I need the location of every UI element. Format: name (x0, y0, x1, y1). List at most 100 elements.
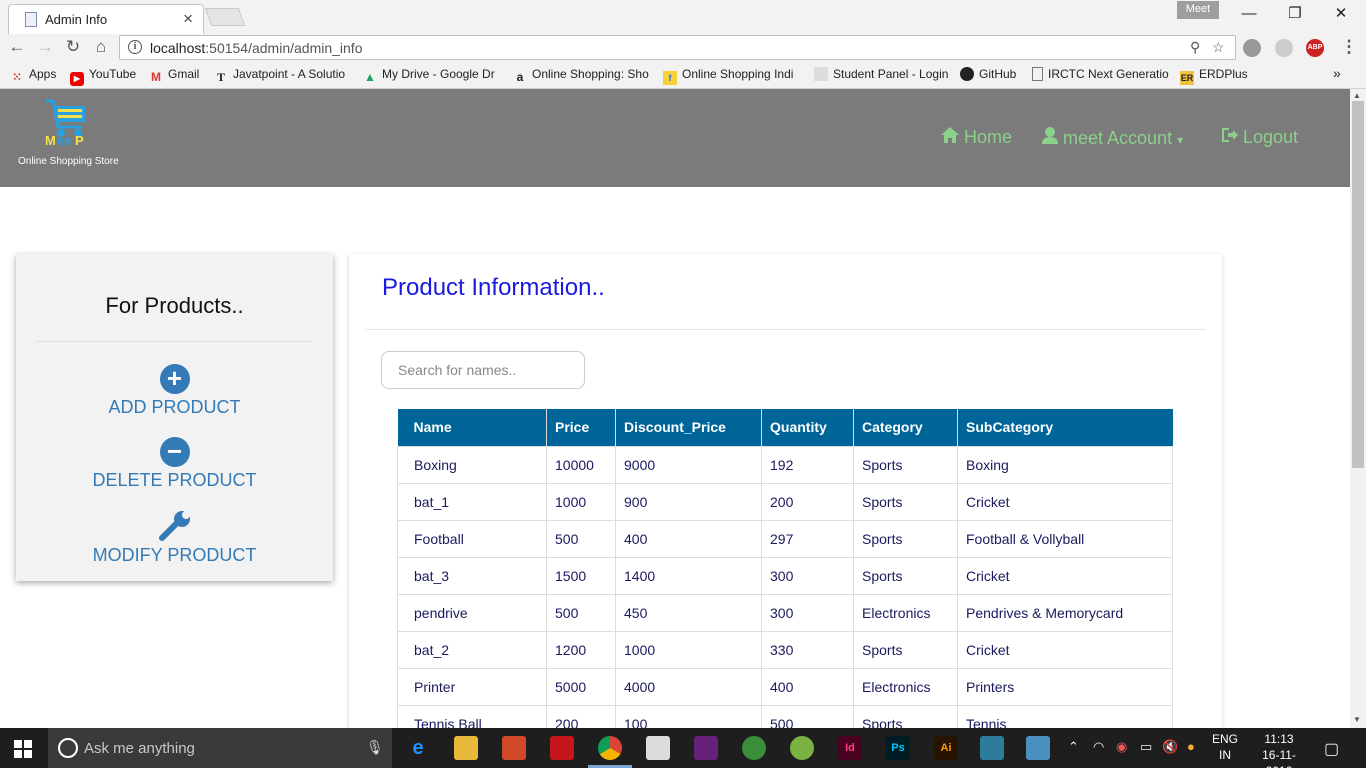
indesign-icon[interactable]: Id (838, 736, 862, 760)
modify-product-button[interactable]: MODIFY PRODUCT (16, 510, 333, 566)
bookmarks-overflow-icon[interactable]: » (1333, 65, 1341, 81)
tray-expand-icon[interactable]: ⌃ (1068, 739, 1079, 755)
reload-icon[interactable]: ↻ (62, 36, 84, 58)
column-header-discount-price[interactable]: Discount_Price (615, 409, 762, 446)
table-row[interactable]: bat_3 1500 1400 300 Sports Cricket (397, 556, 1173, 595)
media-app-icon[interactable] (980, 736, 1004, 760)
home-icon[interactable]: ⌂ (90, 36, 112, 58)
bookmark-erdplus[interactable]: ER ERDPlus (1180, 67, 1248, 85)
wifi-icon[interactable]: ◠ (1093, 739, 1104, 755)
bookmark-flipkart[interactable]: f Online Shopping Indi (663, 67, 801, 85)
extension-cube-icon[interactable] (1275, 39, 1293, 57)
site-info-icon[interactable]: i (128, 40, 142, 54)
menu-dots-icon[interactable]: ⋮ (1338, 36, 1360, 58)
bookmark-apps[interactable]: ⁙ Apps (10, 67, 56, 84)
nav-logout-link[interactable]: Logout (1220, 127, 1298, 148)
bookmark-irctc[interactable]: IRCTC Next Generatio (1032, 67, 1170, 81)
address-bar[interactable]: i localhost:50154/admin/admin_info ⚲ ☆ (119, 35, 1236, 60)
chrome-icon[interactable] (598, 736, 622, 760)
tab-close-icon[interactable]: × (183, 9, 193, 29)
cell-discount-price: 400 (615, 519, 762, 558)
bookmark-google-drive[interactable]: ▲ My Drive - Google Dr (363, 67, 499, 84)
new-tab-button[interactable] (204, 8, 246, 26)
table-row[interactable]: bat_2 1200 1000 330 Sports Cricket (397, 630, 1173, 669)
cortana-search-box[interactable]: Ask me anything 🎙 (48, 728, 392, 768)
network-app-icon[interactable] (742, 736, 766, 760)
taskbar-clock[interactable]: 11:13 16-11-2016 (1254, 731, 1304, 768)
pin-icon[interactable]: ⚲ (1190, 39, 1200, 56)
bookmark-youtube[interactable]: ▶ YouTube (70, 67, 136, 86)
column-header-price[interactable]: Price (546, 409, 616, 446)
table-row[interactable]: Tennis Ball 200 100 500 Sports Tennis (397, 704, 1173, 728)
wrench-icon (158, 511, 190, 541)
table-row[interactable]: Boxing 10000 9000 192 Sports Boxing (397, 445, 1173, 484)
shopping-cart-logo-icon[interactable]: M ee P (44, 97, 90, 145)
illustrator-icon[interactable]: Ai (934, 736, 958, 760)
bookmark-amazon[interactable]: a Online Shopping: Sho (513, 67, 649, 84)
weather-icon[interactable]: ● (1187, 739, 1195, 754)
scroll-up-icon[interactable]: ▲ (1353, 91, 1361, 100)
bookmark-javatpoint[interactable]: T Javatpoint - A Solutio (214, 67, 349, 84)
microphone-icon[interactable]: 🎙 (366, 739, 384, 756)
logo-text: Online Shopping Store (18, 156, 119, 167)
edge-browser-icon[interactable]: e (406, 736, 430, 760)
back-arrow-icon[interactable]: ← (6, 36, 28, 58)
minimize-button[interactable]: — (1226, 4, 1272, 26)
delete-product-button[interactable]: − DELETE PRODUCT (16, 437, 333, 491)
volume-muted-icon[interactable]: 🔇 (1162, 739, 1178, 755)
cortana-icon (58, 738, 78, 758)
caret-down-icon: ▾ (1177, 133, 1184, 147)
activity-icon[interactable]: ◉ (1116, 739, 1127, 755)
file-explorer-icon[interactable] (454, 736, 478, 760)
cell-category: Electronics (853, 667, 958, 706)
javatpoint-icon: T (216, 70, 225, 84)
gmail-icon: M (151, 70, 161, 84)
cell-price: 10000 (546, 445, 616, 484)
visual-studio-icon[interactable] (694, 736, 718, 760)
column-header-name[interactable]: Name (397, 409, 547, 446)
sidebar-title: For Products.. (105, 293, 244, 318)
profile-button[interactable]: Meet (1177, 1, 1219, 19)
table-row[interactable]: pendrive 500 450 300 Electronics Pendrives & … (397, 593, 1173, 632)
language-indicator[interactable]: ENG IN (1212, 731, 1238, 763)
maximize-button[interactable]: ❐ (1272, 4, 1318, 26)
cell-subcategory: Tennis (957, 704, 1173, 728)
table-row[interactable]: Football 500 400 297 Sports Football & Vollyb… (397, 519, 1173, 558)
column-header-subcategory[interactable]: SubCategory (957, 409, 1173, 446)
scroll-thumb[interactable] (1352, 101, 1364, 468)
photos-app-icon[interactable] (1026, 736, 1050, 760)
pdf-reader-icon[interactable] (502, 736, 526, 760)
bookmark-github[interactable]: GitHub (960, 67, 1016, 81)
column-header-quantity[interactable]: Quantity (761, 409, 854, 446)
cell-quantity: 192 (761, 445, 854, 484)
nav-account-dropdown[interactable]: meet Account ▾ (1042, 127, 1183, 149)
cell-name: Tennis Ball (397, 704, 547, 728)
reader-app-icon[interactable] (550, 736, 574, 760)
bookmark-star-icon[interactable]: ☆ (1212, 39, 1225, 56)
add-product-button[interactable]: + ADD PRODUCT (16, 364, 333, 418)
cell-subcategory: Cricket (957, 556, 1173, 595)
extension-icon[interactable] (1243, 39, 1261, 57)
search-input[interactable] (381, 351, 585, 389)
windows-start-icon[interactable] (14, 740, 32, 758)
scroll-down-icon[interactable]: ▼ (1353, 715, 1361, 724)
page-scrollbar[interactable]: ▲ ▼ (1350, 89, 1366, 728)
photoshop-icon[interactable]: Ps (886, 736, 910, 760)
store-icon[interactable] (646, 736, 670, 760)
column-header-category[interactable]: Category (853, 409, 958, 446)
forward-arrow-icon[interactable]: → (34, 36, 56, 58)
android-studio-icon[interactable] (790, 736, 814, 760)
nav-home-link[interactable]: Home (941, 127, 1012, 148)
close-window-button[interactable]: ✕ (1318, 4, 1364, 26)
svg-text:ee: ee (57, 133, 71, 145)
table-row[interactable]: Printer 5000 4000 400 Electronics Printers (397, 667, 1173, 706)
adblock-icon[interactable]: ABP (1306, 39, 1324, 57)
table-row[interactable]: bat_1 1000 900 200 Sports Cricket (397, 482, 1173, 521)
notifications-icon[interactable]: ▢ (1324, 739, 1339, 759)
products-sidebar: For Products.. + ADD PRODUCT − DELETE PR… (16, 254, 333, 581)
bookmark-student-panel[interactable]: Student Panel - Login (814, 67, 948, 81)
bookmark-gmail[interactable]: M Gmail (149, 67, 199, 84)
battery-icon[interactable]: ▭ (1140, 739, 1152, 755)
cell-name: Football (397, 519, 547, 558)
browser-tab[interactable]: Admin Info × (8, 4, 204, 34)
